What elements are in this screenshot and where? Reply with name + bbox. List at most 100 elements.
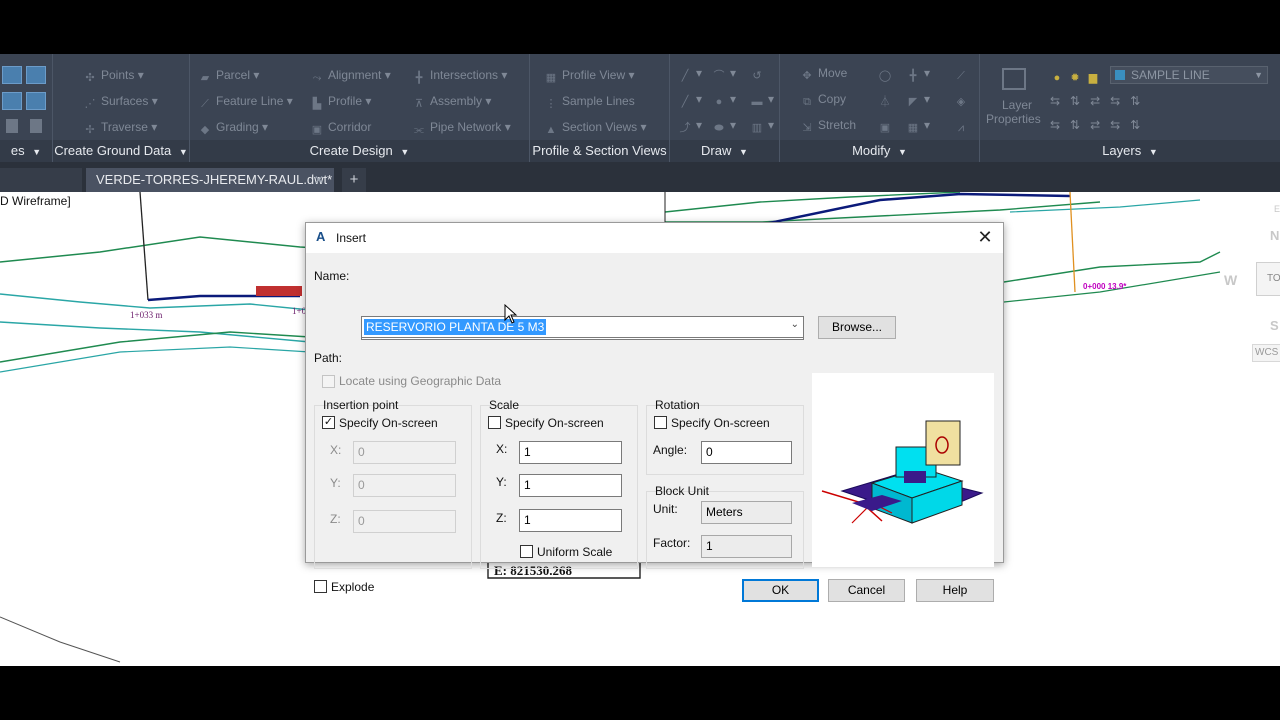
ribbon-rectangle-tool[interactable]: ▬ ▾ (750, 92, 775, 108)
ribbon-group-title[interactable]: Profile & Section Views (530, 140, 669, 162)
ribbon-circle-tool[interactable]: ● ▾ (712, 92, 736, 108)
ribbon-ellipse-tool[interactable]: ⬬ ▾ (712, 118, 736, 134)
ribbon-intersections[interactable]: ╋ Intersections ▾ (412, 68, 508, 84)
explode-checkbox[interactable] (314, 580, 327, 593)
ok-button[interactable]: OK (742, 579, 819, 602)
geo-data-checkbox[interactable] (322, 375, 335, 388)
ribbon-tool-icon[interactable] (30, 119, 42, 133)
layer-tool-row[interactable]: ⇆⇅⇄⇆⇅ (1050, 118, 1150, 132)
insertion-y-input[interactable]: 0 (353, 474, 456, 497)
ribbon-array[interactable]: ▦ ▾ (906, 118, 930, 134)
ribbon-arc-tool[interactable]: ⌒ ▾ (712, 66, 737, 82)
scale-z-input[interactable]: 1 (519, 509, 622, 532)
ribbon-tool-icon[interactable] (26, 66, 46, 84)
ribbon-spline-tool[interactable]: ⤴ ▾ (678, 118, 703, 134)
ribbon-section-views[interactable]: ▲ Section Views ▾ (544, 120, 647, 136)
viewport-label[interactable]: D Wireframe] (0, 194, 71, 208)
ribbon-move[interactable]: ✥ Move (800, 66, 847, 82)
ribbon-scale[interactable]: ▣ (878, 118, 896, 134)
close-icon[interactable]: ✕ (314, 168, 324, 192)
ribbon-hatch-tool[interactable]: ▥ ▾ (750, 118, 774, 134)
viewcube-top-face[interactable]: TO (1256, 262, 1280, 296)
offset-icon: ⩘ (957, 122, 965, 134)
mouse-cursor-icon (504, 304, 518, 324)
ribbon-explode[interactable]: ◈ (954, 92, 972, 108)
ribbon-alignment[interactable]: ⤳ Alignment ▾ (310, 68, 391, 84)
help-button[interactable]: Help (916, 579, 994, 602)
wcs-menu[interactable]: WCS (1252, 344, 1280, 362)
ribbon-tool-icon[interactable] (2, 92, 22, 110)
ribbon-stretch[interactable]: ⇲ Stretch (800, 118, 856, 134)
ribbon-group-title[interactable]: Create Design ▼ (190, 140, 529, 162)
ribbon-rotate[interactable]: ◯ (878, 66, 896, 82)
ribbon-tool-icon[interactable] (6, 119, 18, 133)
explode-icon: ◈ (956, 96, 966, 108)
viewcube-west[interactable]: W (1224, 272, 1237, 288)
uniform-scale-checkbox[interactable] (520, 545, 533, 558)
scale-y-input[interactable]: 1 (519, 474, 622, 497)
surfaces-icon: ⋰ (84, 98, 96, 110)
angle-input[interactable]: 0 (701, 441, 792, 464)
ribbon-group-title[interactable]: Draw ▼ (670, 140, 779, 162)
dialog-titlebar[interactable]: A Insert ✕ (306, 223, 1003, 253)
scale-z-label: Z: (496, 511, 507, 525)
ribbon-sample-lines[interactable]: ⋮ Sample Lines (544, 94, 635, 110)
ribbon-profile-view[interactable]: ▦ Profile View ▾ (544, 68, 635, 84)
ribbon-feature-line[interactable]: ⟋ Feature Line ▾ (198, 94, 293, 110)
layer-properties-icon[interactable] (1002, 68, 1026, 90)
unit-label: Unit: (653, 502, 678, 516)
layer-color-swatch (1115, 70, 1125, 80)
ribbon-tool-icon[interactable] (2, 66, 22, 84)
document-tab[interactable] (0, 168, 82, 192)
document-tab-active[interactable]: VERDE-TORRES-JHEREMY-RAUL.dwt* ✕ (86, 168, 334, 192)
ribbon-assembly[interactable]: ⊼ Assembly ▾ (412, 94, 491, 110)
viewcube-edge[interactable]: E (1274, 204, 1280, 214)
new-tab-button[interactable]: + (342, 168, 366, 192)
close-icon[interactable]: ✕ (975, 227, 995, 247)
rotation-title: Rotation (655, 398, 700, 412)
chevron-down-icon[interactable]: ⌄ (791, 319, 799, 330)
insertion-x-input[interactable]: 0 (353, 441, 456, 464)
layer-dropdown[interactable]: SAMPLE LINE ▼ (1110, 66, 1268, 84)
ribbon-corridor[interactable]: ▣ Corridor (310, 120, 372, 136)
ribbon-grading[interactable]: ◆ Grading ▾ (198, 120, 268, 136)
insertion-point-title: Insertion point (323, 398, 399, 412)
layer-tool-row[interactable]: ⇆⇅⇄⇆⇅ (1050, 94, 1150, 108)
ribbon-group-title[interactable]: Modify ▼ (780, 140, 979, 162)
geo-data-label: Locate using Geographic Data (339, 374, 502, 388)
insertion-specify-checkbox[interactable]: ✓ (322, 416, 335, 429)
grading-icon: ◆ (200, 124, 210, 136)
ribbon-copy[interactable]: ⧉ Copy (800, 92, 846, 108)
ribbon-surfaces[interactable]: ⋰ Surfaces ▾ (83, 94, 158, 110)
ribbon-ray-tool[interactable]: ╱ ▾ (678, 92, 702, 108)
ribbon-group-title[interactable]: Layers ▼ (980, 140, 1280, 162)
ribbon-tool-icon[interactable] (26, 92, 46, 110)
scale-x-input[interactable]: 1 (519, 441, 622, 464)
browse-button[interactable]: Browse... (818, 316, 896, 339)
layer-state-icons[interactable]: ● ✹ ▆ (1050, 68, 1104, 84)
ribbon-mirror[interactable]: ⏃ (878, 92, 896, 108)
ribbon-fillet[interactable]: ◤ ▾ (906, 92, 930, 108)
ribbon-erase[interactable]: ⟋ (954, 66, 972, 82)
layer-properties-label2[interactable]: Properties (986, 112, 1041, 126)
ribbon-group-title[interactable]: Create Ground Data ▼ (53, 140, 189, 162)
cancel-button[interactable]: Cancel (828, 579, 905, 602)
viewcube-north[interactable]: N (1270, 228, 1279, 243)
copy-icon: ⧉ (803, 96, 811, 108)
insertion-z-input[interactable]: 0 (353, 510, 456, 533)
ribbon-traverse[interactable]: ✢ Traverse ▾ (83, 120, 157, 136)
layer-properties-label[interactable]: Layer (1002, 98, 1032, 112)
ribbon-line-tool[interactable]: ╱ ▾ (678, 66, 702, 82)
ribbon-polyline-tool[interactable]: ↺ (750, 66, 768, 82)
ribbon-points[interactable]: ✣ Points ▾ (83, 68, 143, 84)
rotation-specify-checkbox[interactable] (654, 416, 667, 429)
ribbon-group-title[interactable]: es ▼ (0, 140, 52, 162)
ribbon-trim[interactable]: ╋ ▾ (906, 66, 930, 82)
ribbon-offset[interactable]: ⩘ (954, 118, 972, 134)
ribbon-parcel[interactable]: ▰ Parcel ▾ (198, 68, 260, 84)
ribbon-pipe-network[interactable]: ⫘ Pipe Network ▾ (412, 120, 511, 136)
ribbon-profile[interactable]: ▙ Profile ▾ (310, 94, 372, 110)
name-combobox[interactable]: RESERVORIO PLANTA DE 5 M3 ⌄ (361, 316, 804, 338)
scale-specify-checkbox[interactable] (488, 416, 501, 429)
viewcube-south[interactable]: S (1270, 318, 1279, 333)
